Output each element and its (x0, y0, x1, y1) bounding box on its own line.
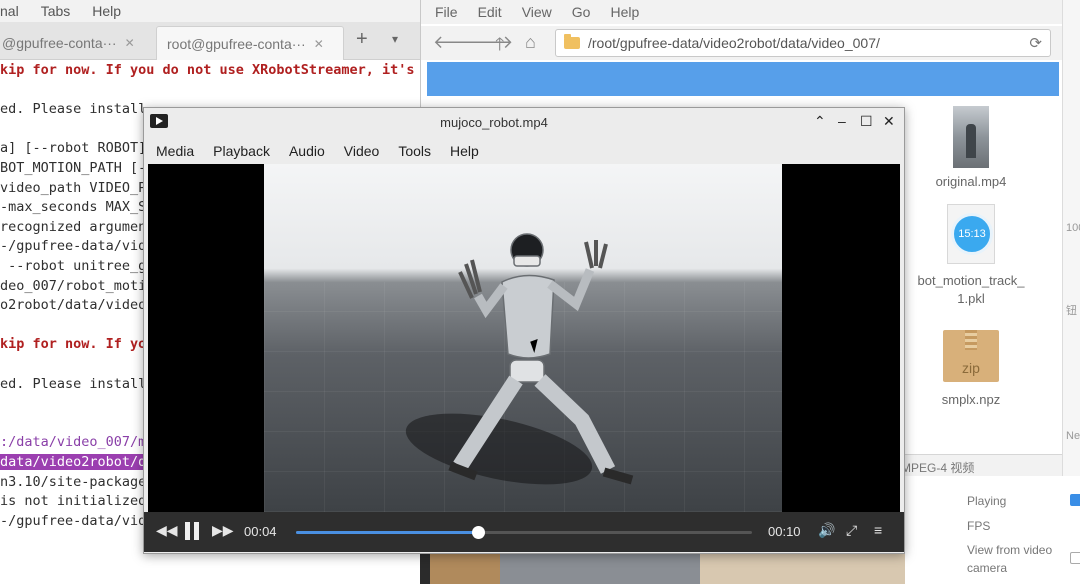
rewind-icon[interactable]: ◀◀ (156, 522, 178, 539)
zip-archive-icon: zip (943, 330, 999, 382)
terminal-menu-help[interactable]: Help (92, 3, 121, 19)
home-icon[interactable]: ⌂ (525, 32, 536, 53)
new-tab-button[interactable]: + (356, 28, 368, 51)
file-item-npz[interactable]: zip smplx.npz (911, 330, 1031, 407)
player-menu-tools[interactable]: Tools (398, 138, 431, 164)
current-time: 00:04 (244, 524, 277, 539)
terminal-line: --robot unitree_g1 (0, 258, 155, 274)
playlist-menu-icon[interactable]: ≡ (874, 522, 882, 538)
option-playing-label: Playing (967, 494, 1007, 508)
terminal-line: n3.10/site-packages (0, 473, 155, 490)
desktop-background (500, 554, 700, 584)
option-fps-label: FPS (967, 519, 991, 533)
playback-controls: ◀◀ ▶▶ 00:04 00:10 🔊 ⤢ ≡ (144, 512, 904, 552)
location-path: /root/gpufree-data/video2robot/data/vide… (588, 35, 880, 51)
volume-icon[interactable]: 🔊 (818, 522, 835, 539)
file-item-original[interactable]: original.mp4 (911, 106, 1031, 189)
terminal-line: a] [--robot ROBOT] (0, 140, 147, 157)
player-titlebar[interactable]: mujoco_robot.mp4 ⌃ – ☐ ✕ (144, 108, 904, 138)
terminal-tab-2[interactable]: root@gpufree-conta··· ✕ (156, 26, 344, 60)
video-area[interactable] (148, 164, 900, 512)
file-name: smplx.npz (941, 392, 1001, 407)
terminal-line: :/data/video_007/mu (0, 434, 155, 451)
terminal-line: ed. Please install (0, 101, 147, 118)
player-menu-media[interactable]: Media (156, 138, 194, 164)
forward-arrow-icon[interactable]: 🡒 (465, 32, 513, 53)
humanoid-robot (448, 233, 634, 485)
option-view-camera-label: View from video camera (967, 543, 1053, 575)
terminal-line: kip for now. If you do not use XRobotStr… (0, 62, 415, 78)
up-arrow-icon[interactable]: 🡑 (495, 32, 504, 62)
fullscreen-icon[interactable]: ⤢ (846, 522, 857, 539)
simulation-scene (264, 164, 782, 512)
clock-file-icon: 15:13 (947, 204, 995, 264)
seek-bar[interactable] (296, 526, 752, 539)
minimize-button[interactable]: – (838, 113, 846, 129)
clock-face: 15:13 (951, 213, 993, 255)
pause-icon[interactable] (184, 522, 200, 540)
terminal-menu-terminal[interactable]: nal (0, 3, 19, 19)
player-title: mujoco_robot.mp4 (440, 115, 548, 130)
terminal-line: data/video2robot/da (0, 454, 155, 470)
terminal-line: deo_007/robot_motic (0, 277, 155, 294)
chevron-down-icon[interactable]: ▾ (392, 32, 398, 46)
player-menu-audio[interactable]: Audio (289, 138, 325, 164)
file-name: original.mp4 (935, 174, 1007, 189)
terminal-line: -max_seconds MAX_SE (0, 199, 155, 216)
strip-label: 钮 (1066, 305, 1077, 317)
terminal-line: -/gpufree-data/vide (0, 512, 155, 529)
terminal-line: video_path VIDEO_P (0, 179, 147, 196)
fm-menu-file[interactable]: File (435, 4, 458, 20)
seek-handle[interactable] (472, 526, 486, 539)
total-time: 00:10 (768, 524, 801, 539)
close-icon[interactable]: ✕ (125, 36, 135, 50)
fm-toolbar: 🡐 🡒 🡑 ⌂ /root/gpufree-data/video2robot/d… (421, 26, 1063, 60)
desktop-background (430, 554, 500, 584)
video-player-window: mujoco_robot.mp4 ⌃ – ☐ ✕ Media Playback … (143, 107, 905, 554)
terminal-tab-label: @gpufree-conta··· (2, 35, 117, 51)
terminal-line: o2robot/data/video_ (0, 297, 155, 314)
strip-label: Ne (1066, 430, 1080, 442)
terminal-line: kip for now. If you (0, 336, 155, 353)
player-menu-playback[interactable]: Playback (213, 138, 270, 164)
fm-menu-help[interactable]: Help (610, 4, 639, 20)
terminal-line: ed. Please install (0, 375, 147, 392)
playing-checkbox[interactable] (1070, 494, 1080, 506)
close-button[interactable]: ✕ (883, 113, 895, 130)
terminal-line: is not initialized (0, 493, 147, 510)
terminal-line: BOT_MOTION_PATH [-- (0, 160, 155, 176)
reload-icon[interactable]: ⟳ (1029, 34, 1042, 52)
terminal-tabbar: @gpufree-conta··· ✕ root@gpufree-conta··… (0, 22, 420, 60)
fm-menu-go[interactable]: Go (572, 4, 591, 20)
player-menu-video[interactable]: Video (344, 138, 380, 164)
terminal-line: -/gpufree-data/vide (0, 238, 155, 255)
strip-label: 1000 (1066, 222, 1080, 234)
view-camera-checkbox[interactable] (1070, 552, 1080, 564)
fm-menubar: File Edit View Go Help (421, 0, 1062, 24)
fm-menu-edit[interactable]: Edit (478, 4, 502, 20)
maximize-button[interactable]: ☐ (860, 113, 873, 130)
chevron-up-icon[interactable]: ⌃ (814, 113, 826, 130)
fast-forward-icon[interactable]: ▶▶ (212, 522, 234, 539)
terminal-tab-label: root@gpufree-conta··· (167, 35, 306, 52)
file-name: bot_motion_track_ 1.pkl (917, 273, 1025, 306)
location-bar[interactable]: /root/gpufree-data/video2robot/data/vide… (555, 29, 1051, 57)
video-thumbnail (953, 106, 989, 168)
right-edge-window: 1000 钮 Ne (1062, 0, 1080, 476)
folder-icon (564, 34, 580, 49)
seek-progress (296, 531, 479, 534)
zip-label: zip (962, 360, 980, 376)
terminal-menubar: nal Tabs Help (0, 0, 420, 22)
fm-menu-view[interactable]: View (522, 4, 552, 20)
fm-info-banner (427, 62, 1059, 96)
terminal-tab-1[interactable]: @gpufree-conta··· ✕ (0, 26, 142, 60)
desktop-background (700, 554, 905, 584)
file-item-pkl[interactable]: 15:13 bot_motion_track_ 1.pkl (911, 204, 1031, 308)
player-menu-help[interactable]: Help (450, 138, 479, 164)
terminal-line: recognized argumen (0, 218, 147, 235)
player-menubar: Media Playback Audio Video Tools Help (144, 138, 904, 164)
terminal-menu-tabs[interactable]: Tabs (41, 3, 71, 19)
close-icon[interactable]: ✕ (314, 37, 324, 51)
viewer-options-panel: Playing FPS View from video camera (905, 476, 1080, 584)
